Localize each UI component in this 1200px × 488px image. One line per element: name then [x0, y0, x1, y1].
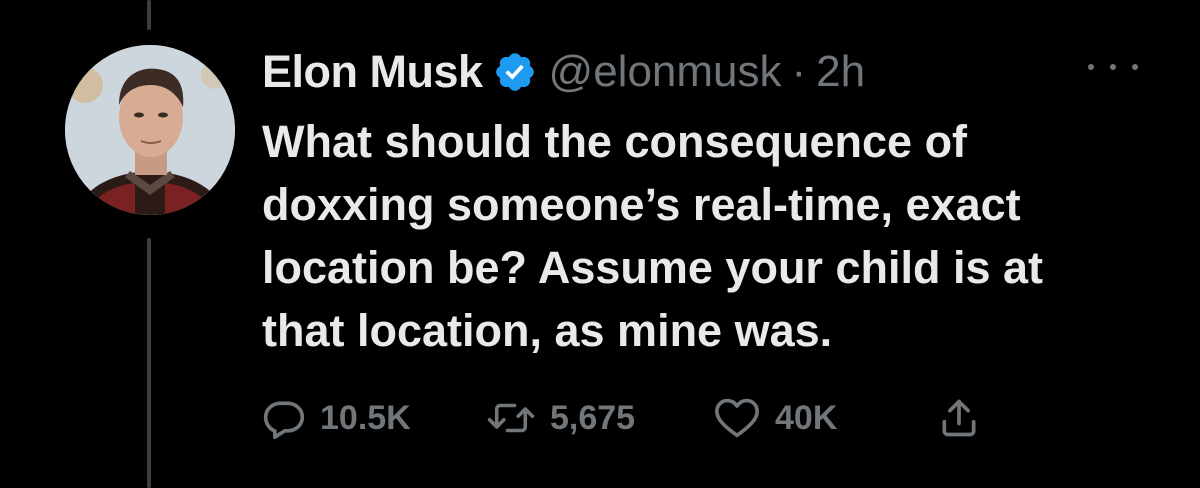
retweet-button[interactable]: 5,675	[486, 393, 635, 443]
reply-button[interactable]: 10.5K	[262, 393, 411, 443]
tweet-action-bar: 10.5K 5,675 40K	[0, 393, 1200, 443]
tweet-text-line: location be? Assume your child is at	[262, 242, 1043, 293]
retweet-icon	[487, 403, 535, 433]
tweet-header: Elon Musk @elonmusk · 2h	[262, 44, 865, 100]
more-options-icon[interactable]	[1088, 52, 1138, 82]
more-dot	[1110, 64, 1116, 70]
thread-connector-top	[147, 0, 151, 30]
verified-badge-icon[interactable]	[493, 50, 537, 94]
tweet-timestamp[interactable]: 2h	[816, 47, 865, 97]
like-count: 40K	[775, 398, 838, 437]
heart-icon	[714, 398, 759, 438]
tweet-text: What should the consequence of doxxing s…	[262, 110, 1172, 362]
more-dot	[1132, 64, 1138, 70]
thread-connector-bottom	[147, 238, 151, 488]
reply-count: 10.5K	[320, 398, 411, 437]
more-dot	[1088, 64, 1094, 70]
tweet-text-line: doxxing someone’s real-time, exact	[262, 179, 1021, 230]
reply-icon	[263, 401, 305, 440]
avatar[interactable]	[65, 45, 235, 215]
like-button[interactable]: 40K	[713, 393, 837, 443]
retweet-count: 5,675	[550, 398, 636, 437]
share-button[interactable]	[937, 393, 981, 443]
separator-dot: ·	[791, 47, 807, 96]
author-handle[interactable]: @elonmusk	[549, 47, 782, 97]
tweet-text-line: What should the consequence of	[262, 116, 968, 167]
author-display-name[interactable]: Elon Musk	[262, 46, 483, 98]
share-icon	[942, 399, 976, 437]
tweet-text-line: that location, as mine was.	[262, 305, 833, 356]
profile-photo	[65, 45, 235, 215]
